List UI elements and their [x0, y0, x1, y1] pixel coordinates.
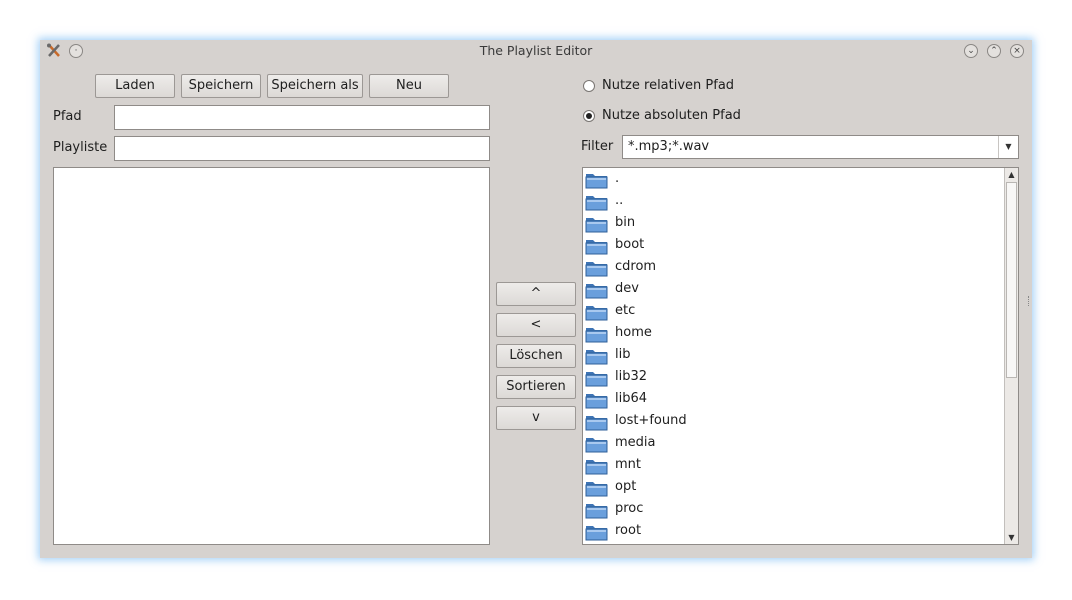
- folder-icon: [585, 193, 608, 211]
- filter-value[interactable]: *.mp3;*.wav: [628, 139, 709, 154]
- tree-item-label: mnt: [615, 457, 641, 472]
- playlist-editor-window: · The Playlist Editor ⌄ ⌃ × Laden Speich…: [40, 40, 1032, 558]
- move-down-button[interactable]: v: [496, 406, 576, 430]
- tree-item-label: media: [615, 435, 656, 450]
- tree-scrollbar[interactable]: ▲ ▼: [1004, 168, 1018, 544]
- scrollbar-thumb[interactable]: [1006, 182, 1017, 378]
- playlist-list[interactable]: [53, 167, 490, 545]
- folder-icon: [585, 347, 608, 365]
- folder-icon: [585, 391, 608, 409]
- tree-item[interactable]: etc: [585, 300, 1005, 322]
- relative-path-radio[interactable]: [583, 80, 595, 92]
- tree-item-label: etc: [615, 303, 636, 318]
- sort-button[interactable]: Sortieren: [496, 375, 576, 399]
- tree-item[interactable]: dev: [585, 278, 1005, 300]
- folder-icon: [585, 369, 608, 387]
- filter-label: Filter: [581, 139, 614, 154]
- playlist-label: Playliste: [53, 140, 108, 155]
- minimize-icon[interactable]: ⌄: [964, 44, 978, 58]
- delete-button[interactable]: Löschen: [496, 344, 576, 368]
- tree-item-label: boot: [615, 237, 645, 252]
- tree-item[interactable]: lib: [585, 344, 1005, 366]
- tree-item[interactable]: .: [585, 168, 1005, 190]
- folder-icon: [585, 259, 608, 277]
- tree-item-label: dev: [615, 281, 639, 296]
- folder-icon: [585, 435, 608, 453]
- tree-item-label: lib64: [615, 391, 648, 406]
- save-as-button[interactable]: Speichern als: [267, 74, 363, 98]
- folder-icon: [585, 457, 608, 475]
- load-button[interactable]: Laden: [95, 74, 175, 98]
- tree-item[interactable]: root: [585, 520, 1005, 542]
- splitter-handle[interactable]: [1028, 296, 1032, 306]
- tree-item-label: cdrom: [615, 259, 657, 274]
- tree-item[interactable]: mnt: [585, 454, 1005, 476]
- tree-item-label: opt: [615, 479, 637, 494]
- path-label: Pfad: [53, 109, 82, 124]
- tree-item[interactable]: opt: [585, 476, 1005, 498]
- absolute-path-label[interactable]: Nutze absoluten Pfad: [602, 108, 741, 123]
- tree-item[interactable]: media: [585, 432, 1005, 454]
- tree-item[interactable]: cdrom: [585, 256, 1005, 278]
- title-bar[interactable]: · The Playlist Editor ⌄ ⌃ ×: [40, 40, 1032, 62]
- path-input[interactable]: [114, 105, 490, 130]
- chevron-down-icon[interactable]: ▼: [998, 136, 1018, 158]
- scroll-down-icon[interactable]: ▼: [1005, 531, 1018, 544]
- tree-item-label: home: [615, 325, 652, 340]
- tree-item[interactable]: bin: [585, 212, 1005, 234]
- tree-item[interactable]: ..: [585, 190, 1005, 212]
- tree-item-label: lib32: [615, 369, 648, 384]
- relative-path-label[interactable]: Nutze relativen Pfad: [602, 78, 734, 93]
- tree-item[interactable]: home: [585, 322, 1005, 344]
- window-title: The Playlist Editor: [479, 43, 593, 58]
- tree-item-label: lib: [615, 347, 631, 362]
- tree-item[interactable]: boot: [585, 234, 1005, 256]
- folder-icon: [585, 237, 608, 255]
- new-button[interactable]: Neu: [369, 74, 449, 98]
- tree-item-label: ..: [615, 193, 624, 208]
- absolute-path-radio[interactable]: [583, 110, 595, 122]
- tree-item[interactable]: lost+found: [585, 410, 1005, 432]
- tree-item[interactable]: lib32: [585, 366, 1005, 388]
- save-button[interactable]: Speichern: [181, 74, 261, 98]
- tree-item[interactable]: proc: [585, 498, 1005, 520]
- move-up-button[interactable]: ^: [496, 282, 576, 306]
- add-to-playlist-button[interactable]: <: [496, 313, 576, 337]
- tree-item-label: proc: [615, 501, 644, 516]
- folder-icon: [585, 479, 608, 497]
- scroll-up-icon[interactable]: ▲: [1005, 168, 1018, 181]
- playlist-name-input[interactable]: [114, 136, 490, 161]
- folder-icon: [585, 501, 608, 519]
- folder-icon: [585, 281, 608, 299]
- filter-combobox[interactable]: *.mp3;*.wav ▼: [622, 135, 1019, 159]
- folder-icon: [585, 413, 608, 431]
- tree-item-label: lost+found: [615, 413, 687, 428]
- folder-icon: [585, 523, 608, 541]
- close-icon[interactable]: ×: [1010, 44, 1024, 58]
- file-tree[interactable]: ▲ ▼ ... bin boot cdrom dev etc home lib lib32 lib…: [582, 167, 1019, 545]
- tree-item-label: .: [615, 171, 620, 186]
- tree-item[interactable]: lib64: [585, 388, 1005, 410]
- maximize-icon[interactable]: ⌃: [987, 44, 1001, 58]
- tree-item-label: bin: [615, 215, 636, 230]
- tree-item-label: root: [615, 523, 642, 538]
- folder-icon: [585, 325, 608, 343]
- folder-icon: [585, 171, 608, 189]
- folder-icon: [585, 303, 608, 321]
- folder-icon: [585, 215, 608, 233]
